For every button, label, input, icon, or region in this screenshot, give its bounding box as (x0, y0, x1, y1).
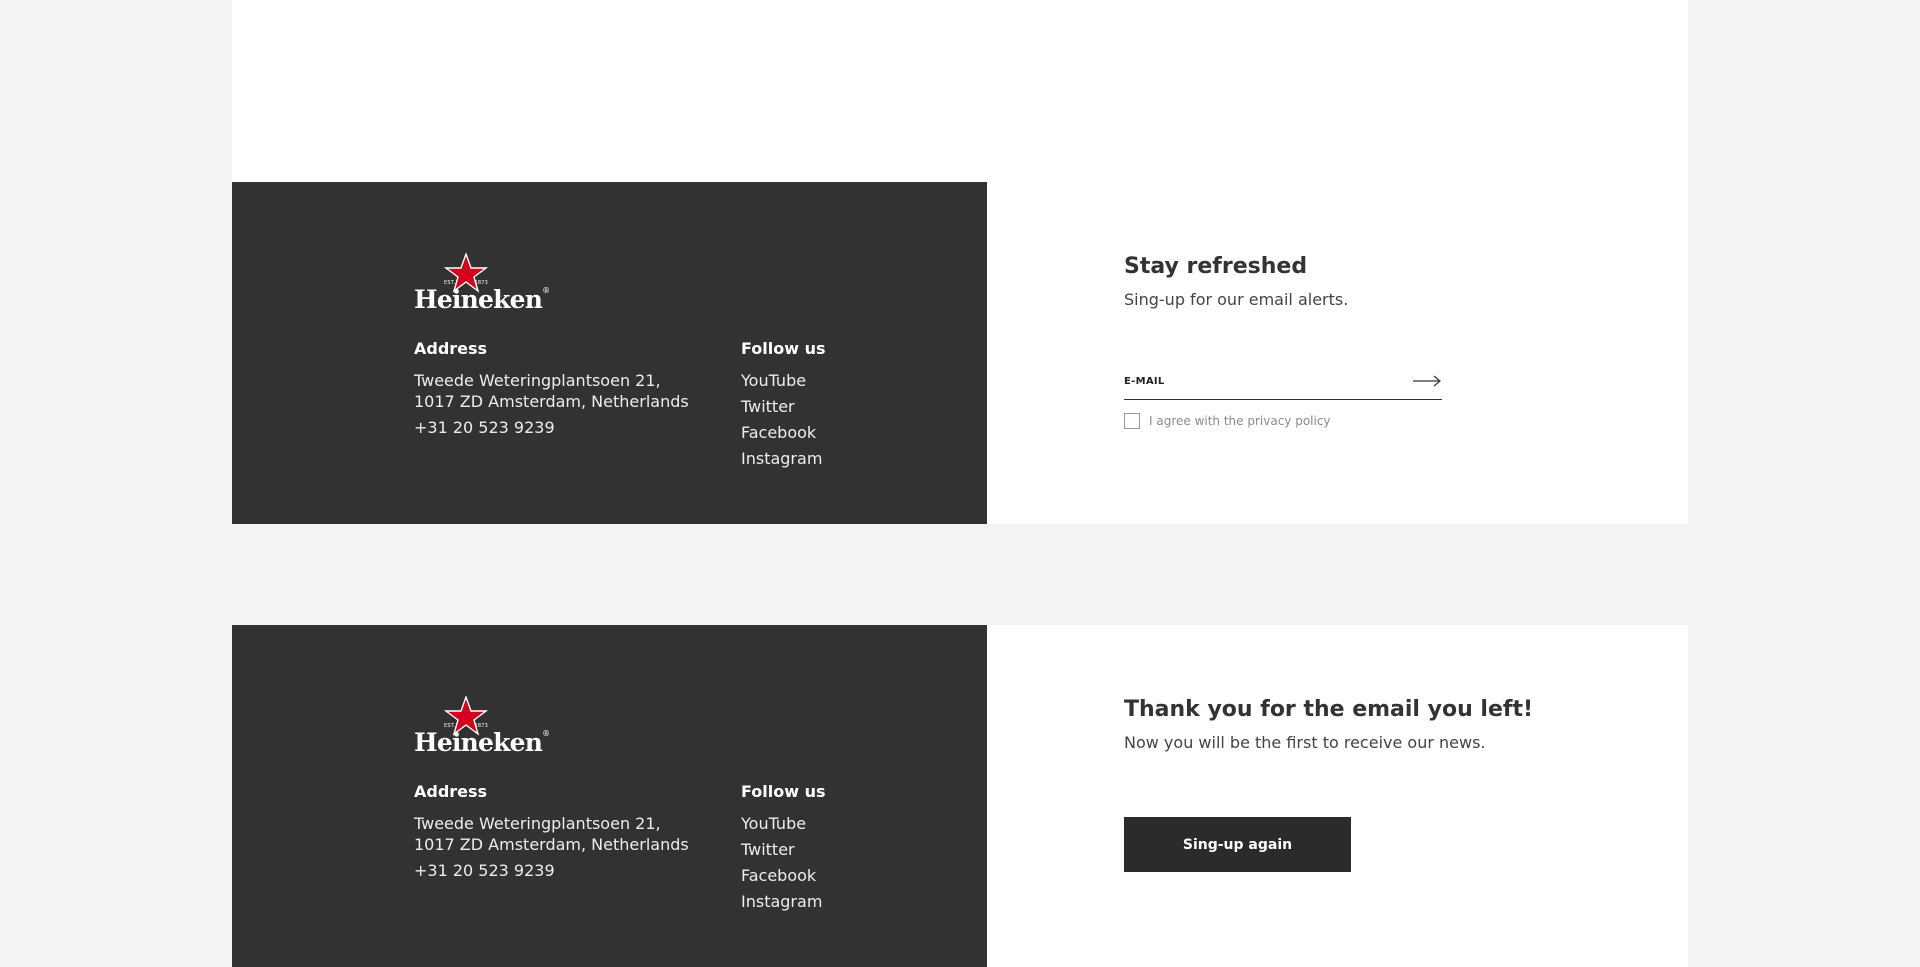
top-white-area (232, 0, 1688, 182)
address-line-1: Tweede Weteringplantsoen 21, (414, 371, 661, 390)
privacy-consent: I agree with the privacy policy (1124, 413, 1331, 429)
address-block: Tweede Weteringplantsoen 21, 1017 ZD Ams… (414, 370, 689, 438)
instagram-link[interactable]: Instagram (741, 448, 822, 474)
logo-wordmark: Heineken (414, 728, 543, 757)
follow-heading: Follow us (741, 339, 826, 358)
arrow-right-icon[interactable] (1412, 370, 1442, 392)
address-block: Tweede Weteringplantsoen 21, 1017 ZD Ams… (414, 813, 689, 881)
registered-mark: ® (542, 729, 550, 738)
phone-number[interactable]: +31 20 523 9239 (414, 860, 689, 881)
logo-wordmark: Heineken (414, 285, 543, 314)
twitter-link[interactable]: Twitter (741, 396, 822, 422)
facebook-link[interactable]: Facebook (741, 865, 822, 891)
thanks-title: Thank you for the email you left! (1124, 697, 1533, 722)
signup-subtitle: Sing-up for our email alerts. (1124, 290, 1349, 309)
twitter-link[interactable]: Twitter (741, 839, 822, 865)
signup-title: Stay refreshed (1124, 254, 1308, 279)
footer-info-panel: EST. 1873 Heineken® Address Tweede Weter… (232, 625, 987, 967)
registered-mark: ® (542, 286, 550, 295)
youtube-link[interactable]: YouTube (741, 813, 822, 839)
facebook-link[interactable]: Facebook (741, 422, 822, 448)
footer-thanks-section: EST. 1873 Heineken® Address Tweede Weter… (232, 625, 1688, 967)
signup-panel: Stay refreshed Sing-up for our email ale… (987, 182, 1688, 524)
footer-info-panel: EST. 1873 Heineken® Address Tweede Weter… (232, 182, 987, 524)
signup-again-button[interactable]: Sing-up again (1124, 817, 1351, 872)
privacy-checkbox[interactable] (1124, 413, 1140, 429)
privacy-label[interactable]: I agree with the privacy policy (1149, 414, 1331, 428)
phone-number[interactable]: +31 20 523 9239 (414, 417, 689, 438)
instagram-link[interactable]: Instagram (741, 891, 822, 917)
social-links: YouTube Twitter Facebook Instagram (741, 813, 822, 917)
address-line-2: 1017 ZD Amsterdam, Netherlands (414, 392, 689, 411)
follow-heading: Follow us (741, 782, 826, 801)
address-heading: Address (414, 782, 488, 801)
email-field (1124, 362, 1442, 400)
email-input[interactable] (1124, 370, 1394, 392)
youtube-link[interactable]: YouTube (741, 370, 822, 396)
heineken-logo[interactable]: EST. 1873 Heineken® (414, 696, 550, 760)
address-heading: Address (414, 339, 488, 358)
social-links: YouTube Twitter Facebook Instagram (741, 370, 822, 474)
thanks-panel: Thank you for the email you left! Now yo… (987, 625, 1688, 967)
address-line-2: 1017 ZD Amsterdam, Netherlands (414, 835, 689, 854)
thanks-subtitle: Now you will be the first to receive our… (1124, 733, 1486, 752)
address-line-1: Tweede Weteringplantsoen 21, (414, 814, 661, 833)
heineken-logo[interactable]: EST. 1873 Heineken® (414, 253, 550, 317)
footer-signup-section: EST. 1873 Heineken® Address Tweede Weter… (232, 182, 1688, 524)
